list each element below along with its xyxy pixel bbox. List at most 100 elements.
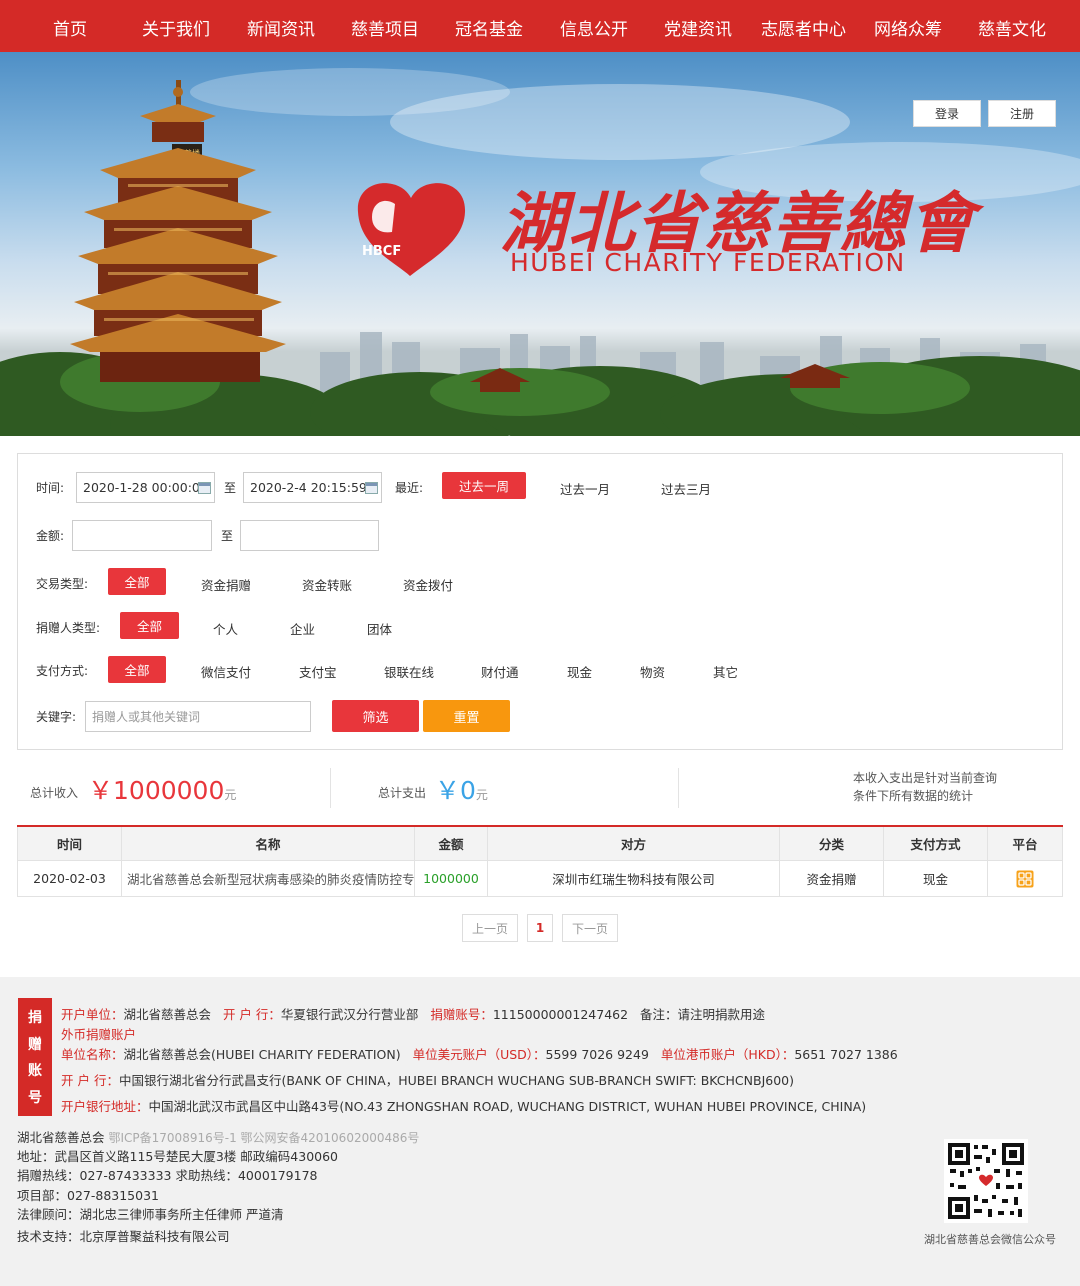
keyword-label: 关键字: [36, 710, 77, 724]
label: 捐赠账号： [430, 1007, 493, 1022]
nav-item-disclosure[interactable]: 信息公开 [560, 15, 628, 40]
cell-time: 2020-02-03 [17, 861, 122, 896]
cell-pay-method: 现金 [884, 861, 988, 896]
top-nav: 首页 关于我们 新闻资讯 慈善项目 冠名基金 信息公开 党建资讯 志愿者中心 网… [0, 0, 1080, 52]
keyword-input[interactable]: 捐赠人或其他关键词 [85, 701, 311, 732]
filter-button[interactable]: 筛选 [332, 700, 419, 732]
donate-tag-char: 账 [28, 1063, 42, 1080]
income-currency: ￥ [88, 776, 114, 805]
nav-item-named-funds[interactable]: 冠名基金 [455, 15, 523, 40]
time-label: 时间: [36, 481, 65, 495]
calendar-icon[interactable] [365, 482, 378, 494]
donor-type-label: 捐赠人类型: [36, 621, 101, 635]
income-value: 1000000 [113, 776, 225, 805]
recent-week-option[interactable]: 过去一周 [442, 472, 526, 499]
next-page-button[interactable]: 下一页 [562, 914, 618, 942]
donate-account-tag: 捐 赠 账 号 [18, 998, 52, 1116]
donate-tag-char: 号 [28, 1089, 42, 1106]
donate-tag-char: 赠 [28, 1036, 42, 1053]
trade-type-all[interactable]: 全部 [108, 568, 166, 595]
value: 5651 7027 1386 [794, 1047, 898, 1062]
pay-method-goods[interactable]: 物资 [640, 662, 665, 681]
login-button[interactable]: 登录 [913, 100, 981, 127]
recent-month-option[interactable]: 过去一月 [560, 479, 610, 498]
label: 单位港币账户（HKD）： [660, 1047, 795, 1062]
legal-advisor-line: 法律顾问：湖北忠三律师事务所主任律师 严道清 [17, 1207, 284, 1222]
trade-type-transfer[interactable]: 资金转账 [302, 575, 352, 594]
cell-counterparty: 深圳市红瑞生物科技有限公司 [488, 861, 780, 896]
col-time: 时间 [17, 827, 122, 860]
donate-tag-char: 捐 [28, 1010, 42, 1027]
amount-from-input[interactable] [72, 520, 212, 551]
prev-page-button[interactable]: 上一页 [462, 914, 518, 942]
divider [678, 768, 679, 808]
value: 华夏银行武汉分行营业部 [280, 1007, 419, 1022]
foreign-account-line: 单位名称：湖北省慈善总会(HUBEI CHARITY FEDERATION) 单… [61, 1044, 898, 1063]
pay-method-all[interactable]: 全部 [108, 656, 166, 683]
income-unit: 元 [224, 788, 237, 802]
value: 中国银行湖北省分行武昌支行(BANK OF CHINA，HUBEI BRANCH… [118, 1073, 795, 1088]
value: 5599 7026 9249 [545, 1047, 649, 1062]
col-amount: 金额 [415, 827, 488, 860]
nav-item-crowdfunding[interactable]: 网络众筹 [874, 15, 942, 40]
pay-method-label: 支付方式: [36, 664, 89, 678]
reset-button[interactable]: 重置 [423, 700, 510, 732]
tower-illustration: 黄鹤楼 [70, 80, 286, 382]
totals-note-line: 条件下所有数据的统计 [853, 789, 974, 803]
pay-method-wechat[interactable]: 微信支付 [201, 662, 251, 681]
recent-three-months-option[interactable]: 过去三月 [661, 479, 711, 498]
pay-method-alipay[interactable]: 支付宝 [299, 662, 337, 681]
pay-method-other[interactable]: 其它 [713, 662, 738, 681]
col-platform: 平台 [988, 827, 1063, 860]
value: 中国湖北武汉市武昌区中山路43号(NO.43 ZHONGSHAN ROAD, W… [148, 1099, 867, 1114]
nav-item-volunteer[interactable]: 志愿者中心 [761, 15, 846, 40]
trade-type-donation[interactable]: 资金捐赠 [201, 575, 251, 594]
nav-item-home[interactable]: 首页 [53, 15, 87, 40]
pay-method-unionpay[interactable]: 银联在线 [384, 662, 434, 681]
value: 湖北省慈善总会 [123, 1007, 212, 1022]
col-counterparty: 对方 [488, 827, 780, 860]
trade-type-disbursement[interactable]: 资金拨付 [403, 575, 453, 594]
hero-banner: 黄鹤楼 HBCF 登录 注册 湖北省慈善總會 HUBEI CHARITY FED… [0, 52, 1080, 436]
address-line: 地址：武昌区首义路115号楚民大厦3楼 邮政编码430060 [17, 1149, 339, 1164]
pay-method-tenpay[interactable]: 财付通 [481, 662, 519, 681]
cell-name[interactable]: 湖北省慈善总会新型冠状病毒感染的肺炎疫情防控专... [122, 861, 415, 896]
time-from-value: 2020-1-28 00:00:00 [83, 480, 208, 495]
label: 备注： [639, 1007, 678, 1022]
nav-item-party[interactable]: 党建资讯 [664, 15, 732, 40]
expense-total: ￥0元 [435, 771, 488, 807]
nav-item-about[interactable]: 关于我们 [142, 15, 210, 40]
nav-item-culture[interactable]: 慈善文化 [978, 15, 1046, 40]
platform-grid-icon[interactable] [1016, 870, 1034, 888]
donor-type-individual[interactable]: 个人 [213, 619, 238, 638]
amount-to-input[interactable] [240, 520, 379, 551]
expense-label: 总计支出 [378, 786, 427, 800]
label: 单位名称： [61, 1047, 124, 1062]
expense-value: 0 [460, 776, 476, 805]
col-pay-method: 支付方式 [884, 827, 988, 860]
amount-label: 金额: [36, 529, 65, 543]
foreign-bank-line: 开 户 行：中国银行湖北省分行武昌支行(BANK OF CHINA，HUBEI … [61, 1070, 794, 1089]
pay-method-cash[interactable]: 现金 [567, 662, 592, 681]
icp-record[interactable]: 鄂ICP备17008916号-1 鄂公网安备42010602000486号 [109, 1131, 420, 1145]
time-to-value: 2020-2-4 20:15:59 [250, 480, 367, 495]
donor-type-group[interactable]: 团体 [367, 619, 392, 638]
foreign-account-heading: 外币捐赠账户 [61, 1027, 137, 1042]
cell-platform [988, 861, 1063, 896]
cell-category: 资金捐赠 [780, 861, 884, 896]
recent-label: 最近: [395, 481, 424, 495]
calendar-icon[interactable] [198, 482, 211, 494]
table-row[interactable]: 2020-02-03 湖北省慈善总会新型冠状病毒感染的肺炎疫情防控专... 10… [17, 861, 1063, 897]
donor-type-enterprise[interactable]: 企业 [290, 619, 315, 638]
donor-type-all[interactable]: 全部 [120, 612, 179, 639]
nav-item-news[interactable]: 新闻资讯 [247, 15, 315, 40]
register-button[interactable]: 注册 [988, 100, 1056, 127]
time-to-input[interactable]: 2020-2-4 20:15:59 [243, 472, 382, 503]
org-name: 湖北省慈善总会 [17, 1130, 105, 1145]
nav-item-projects[interactable]: 慈善项目 [351, 15, 419, 40]
time-from-input[interactable]: 2020-1-28 00:00:00 [76, 472, 215, 503]
project-dept-line: 项目部：027-88315031 [17, 1188, 159, 1203]
tech-support-line: 技术支持：北京厚普聚益科技有限公司 [17, 1229, 230, 1244]
table-header: 时间 名称 金额 对方 分类 支付方式 平台 [17, 827, 1063, 861]
page-number-button[interactable]: 1 [527, 914, 553, 942]
